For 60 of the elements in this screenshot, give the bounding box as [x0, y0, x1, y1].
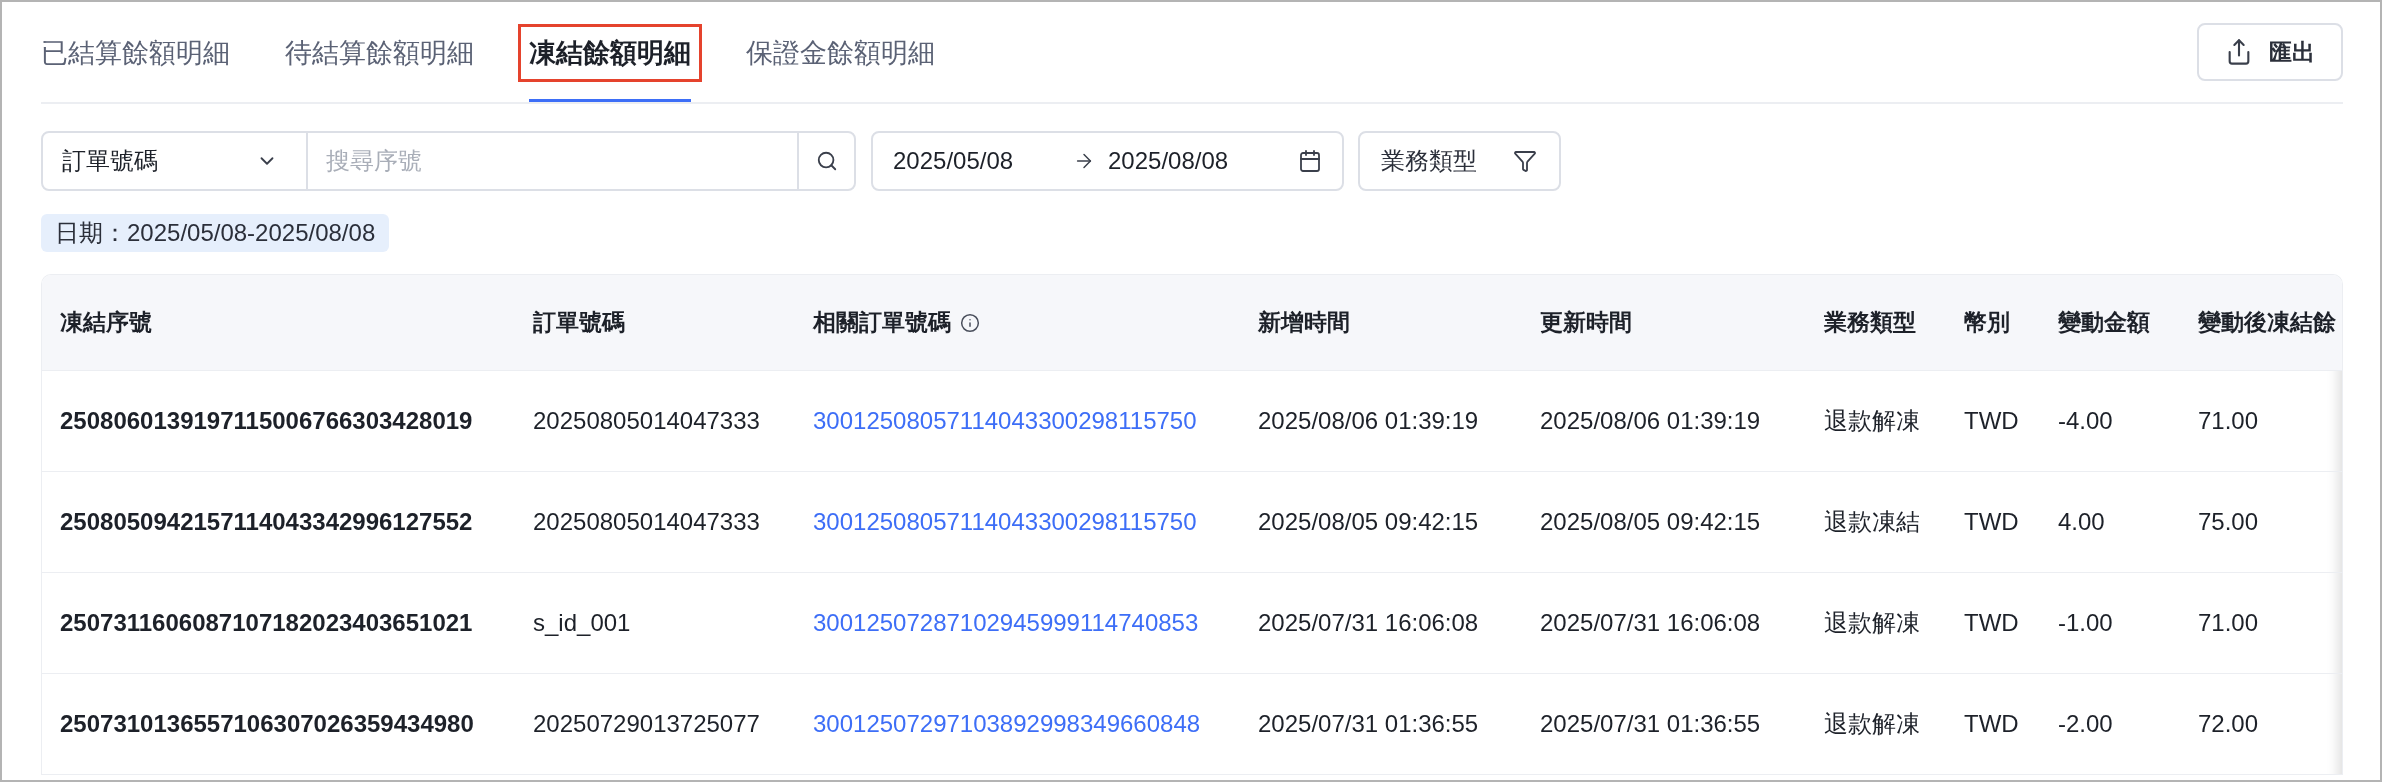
column-header: 新增時間: [1258, 308, 1350, 337]
field-select[interactable]: 訂單號碼: [41, 131, 308, 191]
order-link[interactable]: 30012508057114043300298115750: [813, 407, 1197, 435]
export-button[interactable]: 匯出: [2197, 23, 2343, 81]
table-cell: 2507310136557106307026359434980: [60, 710, 474, 738]
table-cell: 2025/07/31 16:06:08: [1540, 609, 1761, 637]
table-cell: 2508060139197115006766303428019: [60, 407, 473, 435]
table-cell: 2025/08/06 01:39:19: [1258, 407, 1479, 435]
column-header: 更新時間: [1540, 308, 1632, 337]
column-header: 凍結序號: [60, 308, 152, 337]
info-icon[interactable]: [960, 312, 980, 333]
table-cell: 2025/08/06 01:39:19: [1540, 407, 1761, 435]
tab[interactable]: 凍結餘額明細: [518, 24, 702, 82]
table-cell: 4.00: [2058, 508, 2105, 536]
table-cell: 2508050942157114043342996127552: [60, 508, 473, 536]
search-input[interactable]: 搜尋序號: [308, 131, 797, 191]
tab[interactable]: 待結算餘額明細: [274, 24, 485, 82]
table-cell: TWD: [1964, 609, 2019, 637]
table-cell: 20250805014047333: [533, 508, 760, 536]
date-range-picker[interactable]: 2025/05/08 2025/08/08: [871, 131, 1344, 191]
table-cell: 75.00: [2198, 508, 2259, 536]
table-cell-text: 退款解凍: [1824, 406, 1920, 436]
tab[interactable]: 已結算餘額明細: [30, 24, 241, 82]
table-cell: 20250805014047333: [533, 407, 760, 435]
table-cell: -2.00: [2058, 710, 2113, 738]
table-cell: 2025/07/31 01:36:55: [1540, 710, 1761, 738]
table-cell: TWD: [1964, 407, 2019, 435]
table-cell: 2025/07/31 16:06:08: [1258, 609, 1479, 637]
table-cell: 2507311606087107182023403651021: [60, 609, 473, 637]
search-icon: [815, 150, 838, 172]
business-type-filter-button[interactable]: 業務類型: [1358, 131, 1561, 191]
table-cell: 20250729013725077: [533, 710, 760, 738]
table-cell: -1.00: [2058, 609, 2113, 637]
column-header: 相關訂單號碼: [813, 308, 951, 337]
table-cell: 72.00: [2198, 710, 2259, 738]
table-cell: -4.00: [2058, 407, 2113, 435]
order-link[interactable]: 30012508057114043300298115750: [813, 508, 1197, 536]
table-cell: 2025/07/31 01:36:55: [1258, 710, 1479, 738]
date-filter-tag: 日期：2025/05/08-2025/08/08: [41, 214, 390, 252]
column-header: 業務類型: [1824, 308, 1916, 337]
table-cell-text: 退款解凍: [1824, 709, 1920, 739]
table-cell-text: 退款凍結: [1824, 507, 1920, 537]
calendar-icon: [1298, 149, 1322, 173]
column-header: 訂單號碼: [533, 308, 625, 337]
table-cell: TWD: [1964, 508, 2019, 536]
order-link[interactable]: 30012507297103892998349660848: [813, 710, 1201, 738]
tab[interactable]: 保證金餘額明細: [735, 24, 946, 82]
order-link[interactable]: 30012507287102945999114740853: [813, 609, 1199, 637]
table-cell-text: 退款解凍: [1824, 608, 1920, 638]
table-cell: 2025/08/05 09:42:15: [1540, 508, 1761, 536]
column-header: 幣別: [1964, 308, 2010, 337]
table-cell: 71.00: [2198, 407, 2259, 435]
column-header: 變動後凍結餘: [2198, 308, 2336, 337]
column-header: 變動金額: [2058, 308, 2150, 337]
table-cell: TWD: [1964, 710, 2019, 738]
search-button[interactable]: [797, 131, 856, 191]
filter-icon: [1513, 149, 1537, 173]
table-cell: s_id_001: [533, 609, 631, 637]
table-cell: 2025/08/05 09:42:15: [1258, 508, 1479, 536]
table-cell: 71.00: [2198, 609, 2259, 637]
